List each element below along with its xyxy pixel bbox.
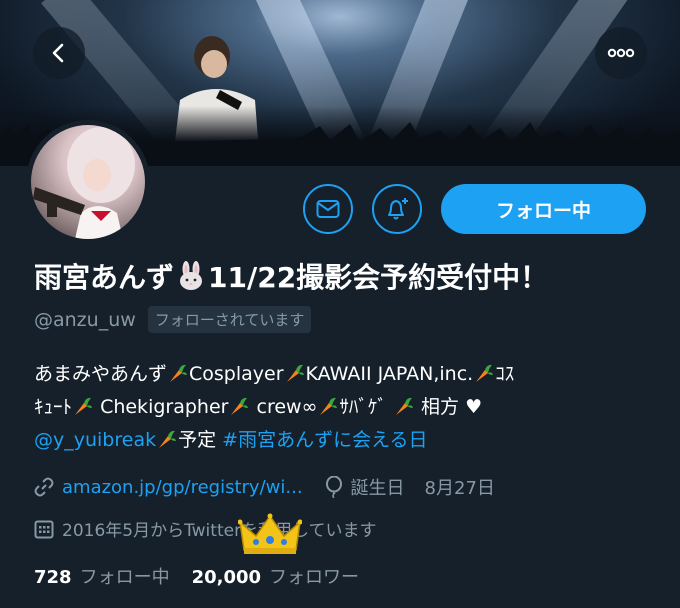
bell-plus-icon (388, 198, 408, 220)
bio-text: KAWAII JAPAN,inc. (305, 363, 474, 385)
heart-emoji-icon: ♥ (465, 396, 483, 418)
bio-text: Chekigrapher (100, 396, 229, 418)
follow-stats-row: 728 フォロー中 20,000 フォロワー (34, 563, 359, 589)
following-stat[interactable]: 728 フォロー中 (34, 563, 170, 589)
profile-meta-row: amazon.jp/gp/registry/wi... 誕生日 8月27日 (34, 474, 495, 500)
joined-date-text: 2016年5月からTwitterを利用しています (62, 521, 377, 541)
following-button[interactable]: フォロー中 (441, 184, 646, 234)
following-button-label: フォロー中 (495, 199, 591, 222)
more-options-button[interactable] (595, 27, 647, 79)
profile-bio: あまみやあんず Cosplayer KAWAII JAPAN,inc. ｺｽ ｷｭｰﾄ… (34, 358, 649, 457)
followers-stat[interactable]: 20,000 フォロワー (192, 563, 359, 589)
bio-text: ｺｽ (495, 363, 515, 385)
birthday-label: 誕生日 (350, 478, 405, 499)
crown-sticker-icon (238, 513, 302, 554)
message-button[interactable] (303, 184, 353, 234)
carrot-emoji-icon (317, 396, 339, 418)
notify-button[interactable] (372, 184, 422, 234)
handle-row: @anzu_uw フォローされています (34, 306, 312, 333)
back-button[interactable] (33, 27, 85, 79)
display-name: 雨宮あんず 11/22撮影会予約受付中！ (34, 256, 674, 296)
bio-text: ｷｭｰﾄ (34, 396, 73, 418)
carrot-emoji-icon (284, 363, 306, 385)
user-handle: @anzu_uw (34, 308, 136, 331)
carrot-emoji-icon (167, 363, 189, 385)
bio-hashtag-link[interactable]: #雨宮あんずに会える日 (222, 429, 427, 451)
follows-you-badge: フォローされています (147, 306, 312, 333)
rabbit-emoji-icon (180, 261, 203, 290)
avatar-image (31, 125, 145, 239)
followers-label: フォロワー (269, 567, 360, 588)
ellipsis-icon (607, 48, 635, 58)
calendar-icon (34, 520, 54, 538)
envelope-icon (316, 200, 340, 218)
carrot-emoji-icon (156, 429, 178, 451)
display-name-part2: 11/22撮影会予約受付中！ (208, 261, 549, 294)
website-link[interactable]: amazon.jp/gp/registry/wi... (62, 477, 303, 498)
followers-count: 20,000 (191, 567, 262, 588)
bio-text: Cosplayer (189, 363, 284, 385)
carrot-emoji-icon (393, 396, 415, 418)
bio-text: あまみやあんず (34, 363, 168, 385)
carrot-emoji-icon (473, 363, 495, 385)
bio-text: crew∞ (256, 396, 318, 418)
display-name-part1: 雨宮あんず (34, 261, 175, 294)
bio-mention-link[interactable]: @y_yuibreak (34, 429, 156, 451)
bio-text: 相方 (421, 396, 460, 418)
profile-avatar[interactable] (26, 120, 150, 244)
bio-text: ｻﾊﾞｹﾞ (339, 396, 387, 418)
birthday-value: 8月27日 (424, 478, 495, 499)
carrot-emoji-icon (72, 396, 94, 418)
following-count: 728 (34, 567, 72, 588)
chevron-left-icon (52, 43, 64, 63)
joined-row: 2016年5月からTwitterを利用しています (34, 516, 377, 541)
link-icon (34, 477, 54, 497)
balloon-icon (325, 476, 342, 498)
bio-text: 予定 (178, 429, 217, 451)
following-label: フォロー中 (79, 567, 170, 588)
carrot-emoji-icon (228, 396, 250, 418)
